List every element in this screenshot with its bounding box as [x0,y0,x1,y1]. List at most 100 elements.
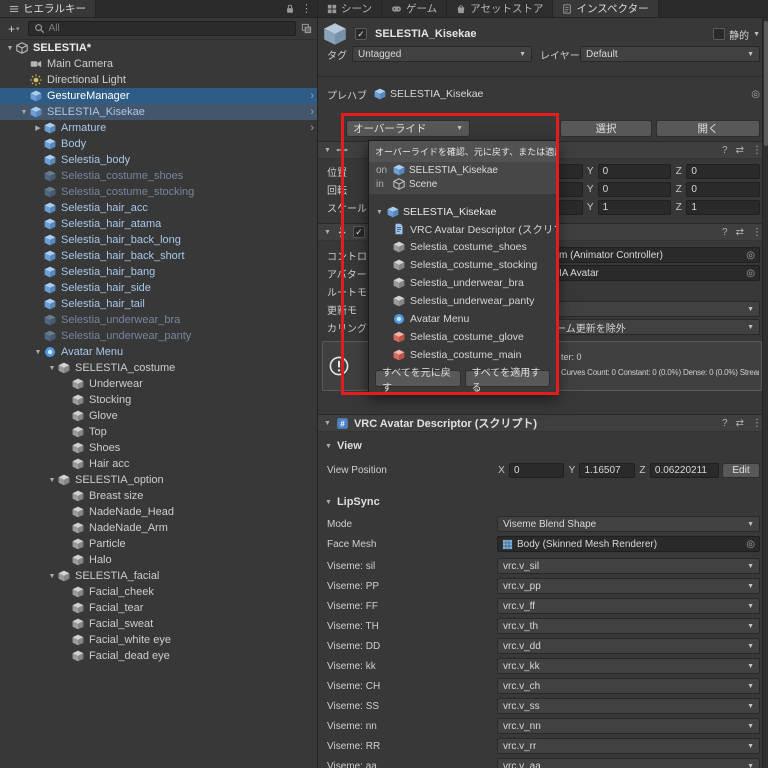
tab-[interactable]: インスペクター [553,0,659,17]
viseme-dropdown[interactable]: vrc.v_sil ▼ [497,558,760,574]
hierarchy-item-selestia-hair-back-short[interactable]: Selestia_hair_back_short [0,248,317,264]
hierarchy-item-selestia-underwear-bra[interactable]: Selestia_underwear_bra [0,312,317,328]
layer-dropdown[interactable]: Default ▼ [580,46,760,62]
hierarchy-item-armature[interactable]: ▶ Armature › [0,120,317,136]
override-item-selestia-costume-main[interactable]: Selestia_costume_main [369,346,556,364]
view-section[interactable]: ▼ View [318,440,362,452]
animator-enabled-checkbox[interactable]: ✓ [352,226,365,238]
hierarchy-item-selestia-body[interactable]: Selestia_body [0,152,317,168]
object-picker-icon[interactable]: ◎ [751,89,760,100]
override-item-vrc-avatar-descriptor[interactable]: VRC Avatar Descriptor (スクリプト) [369,220,556,238]
viseme-dropdown[interactable]: vrc.v_ff ▼ [497,598,760,614]
open-button[interactable]: 開く [656,120,760,137]
preset-icon[interactable]: ⇄ [736,145,744,156]
override-item-selestia-costume-stocking[interactable]: Selestia_costume_stocking [369,256,556,274]
override-item-selestia-costume-glove[interactable]: Selestia_costume_glove [369,328,556,346]
tag-dropdown[interactable]: Untagged ▼ [352,46,532,62]
tab-[interactable]: シーン [318,0,382,17]
object-picker-icon[interactable]: ◎ [746,268,755,279]
face-mesh-object-field[interactable]: Body (Skinned Mesh Renderer) ◎ [497,536,760,552]
rotation-z-field[interactable]: 0 [686,181,761,197]
scrollbar-thumb[interactable] [764,21,768,146]
hierarchy-item-selestia-hair-back-long[interactable]: Selestia_hair_back_long [0,232,317,248]
view-y-field[interactable]: 1.16507 [579,462,635,478]
hierarchy-item-selestia-facial[interactable]: ▼ SELESTIA_facial [0,568,317,584]
edit-button[interactable]: Edit [722,462,760,478]
tab-[interactable]: アセットストア [447,0,554,17]
viseme-dropdown[interactable]: vrc.v_pp ▼ [497,578,760,594]
hierarchy-item-selestia-hair-acc[interactable]: Selestia_hair_acc [0,200,317,216]
viseme-dropdown[interactable]: vrc.v_th ▼ [497,618,760,634]
position-z-field[interactable]: 0 [686,163,761,179]
hierarchy-item-stocking[interactable]: Stocking [0,392,317,408]
viseme-dropdown[interactable]: vrc.v_rr ▼ [497,738,760,754]
foldout-arrow[interactable]: ▼ [376,209,383,216]
apply-all-button[interactable]: すべてを適用する [464,368,550,394]
hierarchy-item-facial-cheek[interactable]: Facial_cheek [0,584,317,600]
revert-all-button[interactable]: すべてを元に戻す [375,368,461,394]
tab-hierarchy[interactable]: ヒエラルキー [0,0,96,17]
prefab-open-chevron[interactable]: › [310,104,314,120]
hierarchy-item-selestia-underwear-panty[interactable]: Selestia_underwear_panty [0,328,317,344]
hierarchy-item-selestia-costume-stocking[interactable]: Selestia_costume_stocking [0,184,317,200]
hierarchy-item-body[interactable]: Body [0,136,317,152]
hierarchy-item-main-camera[interactable]: Main Camera [0,56,317,72]
preset-icon[interactable]: ⇄ [736,227,744,238]
hierarchy-item-underwear[interactable]: Underwear [0,376,317,392]
active-checkbox[interactable]: ✓ [355,28,367,40]
hierarchy-item-selestia-costume-shoes[interactable]: Selestia_costume_shoes [0,168,317,184]
static-checkbox[interactable] [713,28,726,40]
hierarchy-item-selestia[interactable]: ▼ SELESTIA* [0,40,317,56]
hierarchy-item-selestia-hair-tail[interactable]: Selestia_hair_tail [0,296,317,312]
create-button[interactable]: + ▾ [5,22,23,36]
hierarchy-item-selestia-hair-atama[interactable]: Selestia_hair_atama [0,216,317,232]
gameobject-name[interactable]: SELESTIA_Kisekae [375,28,477,40]
hierarchy-item-facial-dead-eye[interactable]: Facial_dead eye [0,648,317,664]
hierarchy-item-facial-sweat[interactable]: Facial_sweat [0,616,317,632]
prefab-open-chevron[interactable]: › [310,120,314,136]
hierarchy-item-facial-white-eye[interactable]: Facial_white eye [0,632,317,648]
lipsync-section[interactable]: ▼ LipSync [318,496,380,508]
scene-picker-icon[interactable] [301,23,312,34]
hierarchy-item-breast-size[interactable]: Breast size [0,488,317,504]
hierarchy-item-selestia-hair-bang[interactable]: Selestia_hair_bang [0,264,317,280]
static-toggle[interactable]: 静的 ▼ [713,27,760,42]
object-picker-icon[interactable]: ◎ [746,539,755,550]
override-item-selestia-underwear-panty[interactable]: Selestia_underwear_panty [369,292,556,310]
expand-arrow[interactable]: ▼ [32,349,44,356]
hierarchy-item-nadenade-head[interactable]: NadeNade_Head [0,504,317,520]
hierarchy-item-avatar-menu[interactable]: ▼ Avatar Menu [0,344,317,360]
select-button[interactable]: 選択 [560,120,652,137]
scale-z-field[interactable]: 1 [686,199,761,215]
hierarchy-search-input[interactable]: All [27,21,296,36]
viseme-dropdown[interactable]: vrc.v_nn ▼ [497,718,760,734]
view-x-field[interactable]: 0 [509,462,565,478]
expand-arrow[interactable]: ▼ [46,477,58,484]
help-icon[interactable]: ? [722,418,728,429]
hierarchy-item-selestia-costume[interactable]: ▼ SELESTIA_costume [0,360,317,376]
viseme-dropdown[interactable]: vrc.v_ss ▼ [497,698,760,714]
view-z-field[interactable]: 0.06220211 [649,462,719,478]
position-y-field[interactable]: 0 [597,163,672,179]
override-item-selestia-costume-shoes[interactable]: Selestia_costume_shoes [369,238,556,256]
hierarchy-item-selestia-kisekae[interactable]: ▼ SELESTIA_Kisekae › [0,104,317,120]
vrc-avatar-descriptor-header[interactable]: ▼ # VRC Avatar Descriptor (スクリプト) ? ⇄ ⋮ [318,414,768,432]
hierarchy-item-shoes[interactable]: Shoes [0,440,317,456]
hierarchy-item-selestia-option[interactable]: ▼ SELESTIA_option [0,472,317,488]
hierarchy-item-directional-light[interactable]: Directional Light [0,72,317,88]
hierarchy-item-hair-acc[interactable]: Hair acc [0,456,317,472]
expand-arrow[interactable]: ▼ [46,365,58,372]
hierarchy-item-gesturemanager[interactable]: GestureManager › [0,88,317,104]
object-picker-icon[interactable]: ◎ [746,250,755,261]
foldout-arrow[interactable]: ▼ [325,499,332,506]
tab-[interactable]: ゲーム [381,0,448,17]
rotation-y-field[interactable]: 0 [597,181,672,197]
foldout-arrow[interactable]: ▼ [324,420,331,427]
viseme-dropdown[interactable]: vrc.v_aa ▼ [497,758,760,768]
hierarchy-item-facial-tear[interactable]: Facial_tear [0,600,317,616]
viseme-dropdown[interactable]: vrc.v_dd ▼ [497,638,760,654]
expand-arrow[interactable]: ▶ [32,124,44,132]
kebab-menu-icon[interactable]: ⋮ [752,227,762,238]
expand-arrow[interactable]: ▼ [46,573,58,580]
preset-icon[interactable]: ⇄ [736,418,744,429]
